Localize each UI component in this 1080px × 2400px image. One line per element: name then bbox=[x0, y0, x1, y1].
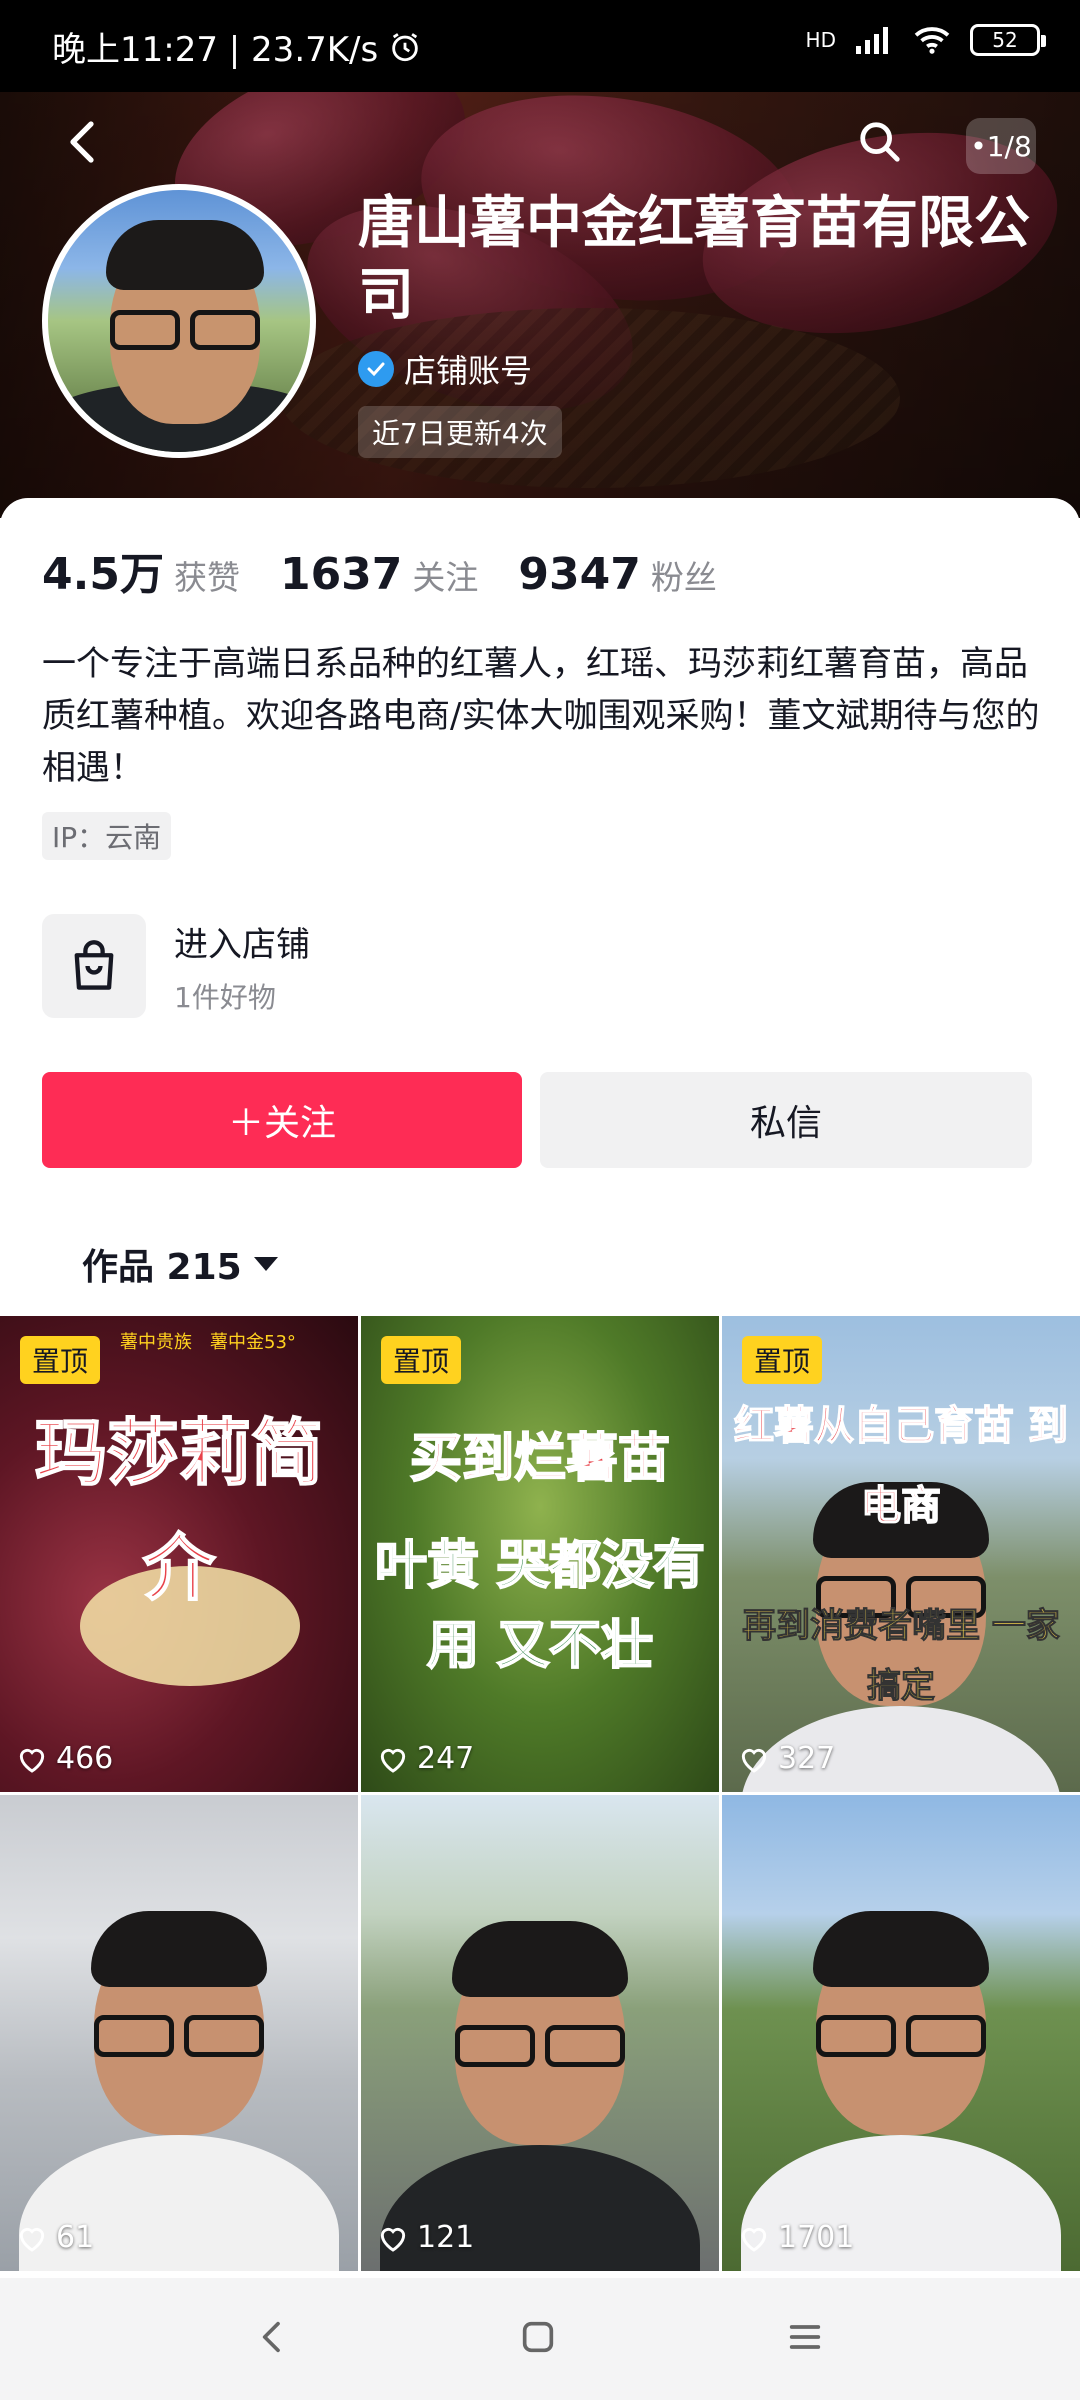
shop-title: 进入店铺 bbox=[174, 924, 310, 965]
like-count-value: 327 bbox=[778, 1741, 836, 1776]
shop-text: 进入店铺 1件好物 bbox=[174, 917, 310, 1016]
nav-back-button[interactable] bbox=[253, 2315, 293, 2363]
avatar[interactable] bbox=[42, 184, 316, 458]
stat-following[interactable]: 1637 关注 bbox=[280, 549, 478, 600]
person-glasses bbox=[455, 2025, 625, 2067]
like-count-value: 247 bbox=[417, 1741, 475, 1776]
shop-entry[interactable]: 进入店铺 1件好物 bbox=[42, 914, 310, 1018]
shopping-bag-icon bbox=[42, 914, 146, 1018]
page-indicator: •1/8 bbox=[970, 129, 1032, 163]
nav-home-button[interactable] bbox=[518, 2317, 558, 2361]
signal-icon bbox=[856, 27, 888, 54]
wifi-icon bbox=[914, 27, 950, 54]
like-count: 121 bbox=[377, 2220, 474, 2255]
store-name: 唐山薯中金红薯育苗有限公司 bbox=[358, 191, 1030, 328]
video-tile[interactable]: 薯中贵族 薯中金53° 置顶 玛莎莉简介 466 bbox=[0, 1316, 358, 1792]
pinned-badge: 置顶 bbox=[20, 1336, 101, 1384]
profile-card: 4.5万 获赞 1637 关注 9347 粉丝 一个专注于高端日系品种的红薯人，… bbox=[0, 498, 1080, 2278]
person-hair bbox=[91, 1911, 267, 1987]
more-button[interactable]: •1/8 bbox=[966, 118, 1036, 174]
stat-label: 关注 bbox=[412, 558, 479, 597]
heart-icon bbox=[19, 2227, 45, 2252]
update-frequency-tag: 近7日更新4次 bbox=[358, 406, 562, 458]
video-subtitle: 叶黄 哭都没有用 又不壮 bbox=[374, 1535, 706, 1677]
profile-bio: 一个专注于高端日系品种的红薯人，红瑶、玛莎莉红薯育苗，高品质红薯种植。欢迎各路电… bbox=[42, 644, 1040, 788]
stats-row: 4.5万 获赞 1637 关注 9347 粉丝 bbox=[42, 538, 757, 602]
nav-home-icon bbox=[522, 2321, 554, 2353]
video-tile[interactable]: 1701 bbox=[722, 1795, 1080, 2271]
dropdown-arrow-icon bbox=[253, 1257, 278, 1271]
avatar-hair bbox=[106, 220, 264, 290]
back-button[interactable] bbox=[52, 112, 112, 172]
search-button[interactable] bbox=[850, 112, 910, 172]
system-nav-bar bbox=[0, 2278, 1080, 2400]
like-count: 1701 bbox=[738, 2220, 854, 2255]
stat-label: 粉丝 bbox=[650, 558, 717, 597]
heart-icon bbox=[380, 1748, 406, 1773]
shop-subtitle: 1件好物 bbox=[174, 980, 276, 1014]
stat-value: 9347 bbox=[518, 549, 641, 600]
person-glasses bbox=[94, 2015, 264, 2057]
heart-icon bbox=[19, 1748, 45, 1773]
network-label: HD bbox=[805, 28, 836, 52]
battery-indicator: 52 bbox=[970, 24, 1046, 56]
works-label: 作品 215 bbox=[82, 1247, 242, 1288]
video-tile[interactable]: 61 bbox=[0, 1795, 358, 2271]
like-count: 61 bbox=[16, 2220, 94, 2255]
pinned-badge: 置顶 bbox=[381, 1336, 462, 1384]
chevron-left-icon bbox=[70, 121, 94, 163]
video-grid: 薯中贵族 薯中金53° 置顶 玛莎莉简介 466 置顶 买到烂薯苗 叶黄 哭都没… bbox=[0, 1316, 1080, 2271]
verified-icon bbox=[358, 351, 394, 387]
video-top-caption: 薯中贵族 薯中金53° bbox=[120, 1332, 296, 1353]
person-glasses bbox=[816, 2015, 986, 2057]
account-type-label: 店铺账号 bbox=[404, 352, 533, 390]
message-button[interactable]: 私信 bbox=[540, 1072, 1032, 1168]
like-count: 466 bbox=[16, 1741, 113, 1776]
alarm-icon bbox=[392, 32, 418, 61]
like-count: 327 bbox=[738, 1741, 835, 1776]
video-title: 买到烂薯苗 bbox=[409, 1428, 671, 1490]
pinned-badge: 置顶 bbox=[742, 1336, 823, 1384]
ip-location-tag: IP：云南 bbox=[42, 812, 172, 860]
nav-back-icon bbox=[262, 2321, 280, 2353]
avatar-glasses bbox=[110, 310, 260, 350]
stat-likes[interactable]: 4.5万 获赞 bbox=[42, 538, 240, 602]
video-title: 红薯从自己育苗 到电商 bbox=[733, 1402, 1068, 1530]
status-right: HD 52 bbox=[805, 24, 1046, 56]
video-title: 玛莎莉简介 bbox=[34, 1410, 324, 1611]
person-hair bbox=[813, 1911, 989, 1987]
nav-menu-button[interactable] bbox=[783, 2317, 827, 2361]
search-icon bbox=[860, 122, 900, 162]
works-tab[interactable]: 作品 215 bbox=[82, 1238, 278, 1290]
person-hair bbox=[452, 1921, 628, 1997]
status-time-speed: 晚上11:27 | 23.7K/s bbox=[52, 30, 379, 70]
heart-icon bbox=[741, 1748, 767, 1773]
status-bar: 晚上11:27 | 23.7K/s HD 52 bbox=[0, 0, 1080, 92]
stat-label: 获赞 bbox=[173, 558, 240, 597]
like-count-value: 466 bbox=[56, 1741, 114, 1776]
video-tile[interactable]: 置顶 红薯从自己育苗 到电商 再到消费者嘴里 一家搞定 327 bbox=[722, 1316, 1080, 1792]
like-count-value: 61 bbox=[56, 2220, 95, 2255]
like-count-value: 1701 bbox=[778, 2220, 855, 2255]
account-type-row: 店铺账号 bbox=[358, 346, 532, 392]
video-tile[interactable]: 置顶 买到烂薯苗 叶黄 哭都没有用 又不壮 247 bbox=[361, 1316, 719, 1792]
video-subtitle: 再到消费者嘴里 一家搞定 bbox=[742, 1606, 1061, 1707]
like-count-value: 121 bbox=[417, 2220, 475, 2255]
like-count: 247 bbox=[377, 1741, 474, 1776]
battery-level: 52 bbox=[992, 28, 1018, 52]
heart-icon bbox=[380, 2227, 406, 2252]
nav-menu-icon bbox=[790, 2325, 821, 2349]
heart-icon bbox=[741, 2227, 767, 2252]
follow-button[interactable]: ＋关注 bbox=[42, 1072, 522, 1168]
stat-followers[interactable]: 9347 粉丝 bbox=[518, 549, 716, 600]
video-tile[interactable]: 121 bbox=[361, 1795, 719, 2271]
stat-value: 4.5万 bbox=[42, 549, 164, 600]
status-left: 晚上11:27 | 23.7K/s bbox=[52, 22, 422, 71]
stat-value: 1637 bbox=[279, 549, 403, 600]
